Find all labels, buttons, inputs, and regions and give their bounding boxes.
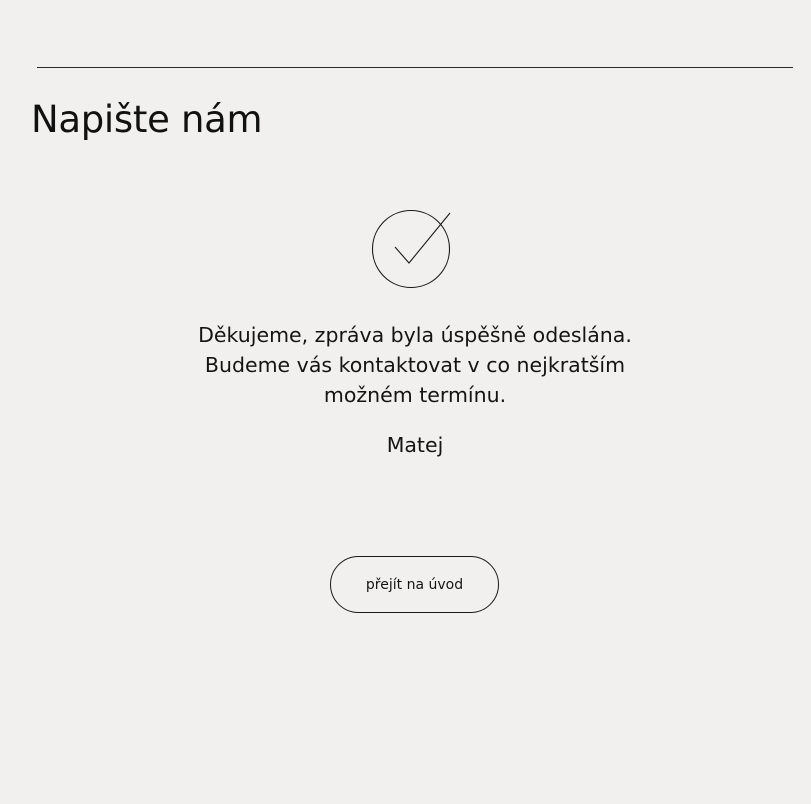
success-message-line: Děkujeme, zpráva byla úspěšně odeslána. bbox=[198, 323, 632, 347]
go-home-button[interactable]: přejít na úvod bbox=[330, 556, 499, 613]
checkmark-circle-icon bbox=[371, 208, 453, 290]
success-message-line: možném termínu. bbox=[323, 383, 507, 407]
page-title: Napište nám bbox=[31, 98, 263, 141]
top-divider bbox=[37, 67, 793, 68]
signature-name: Matej bbox=[386, 433, 444, 457]
success-message-line: Budeme vás kontaktovat v co nejkratším bbox=[204, 353, 626, 377]
success-message: Děkujeme, zpráva byla úspěšně odeslána. … bbox=[150, 320, 680, 410]
